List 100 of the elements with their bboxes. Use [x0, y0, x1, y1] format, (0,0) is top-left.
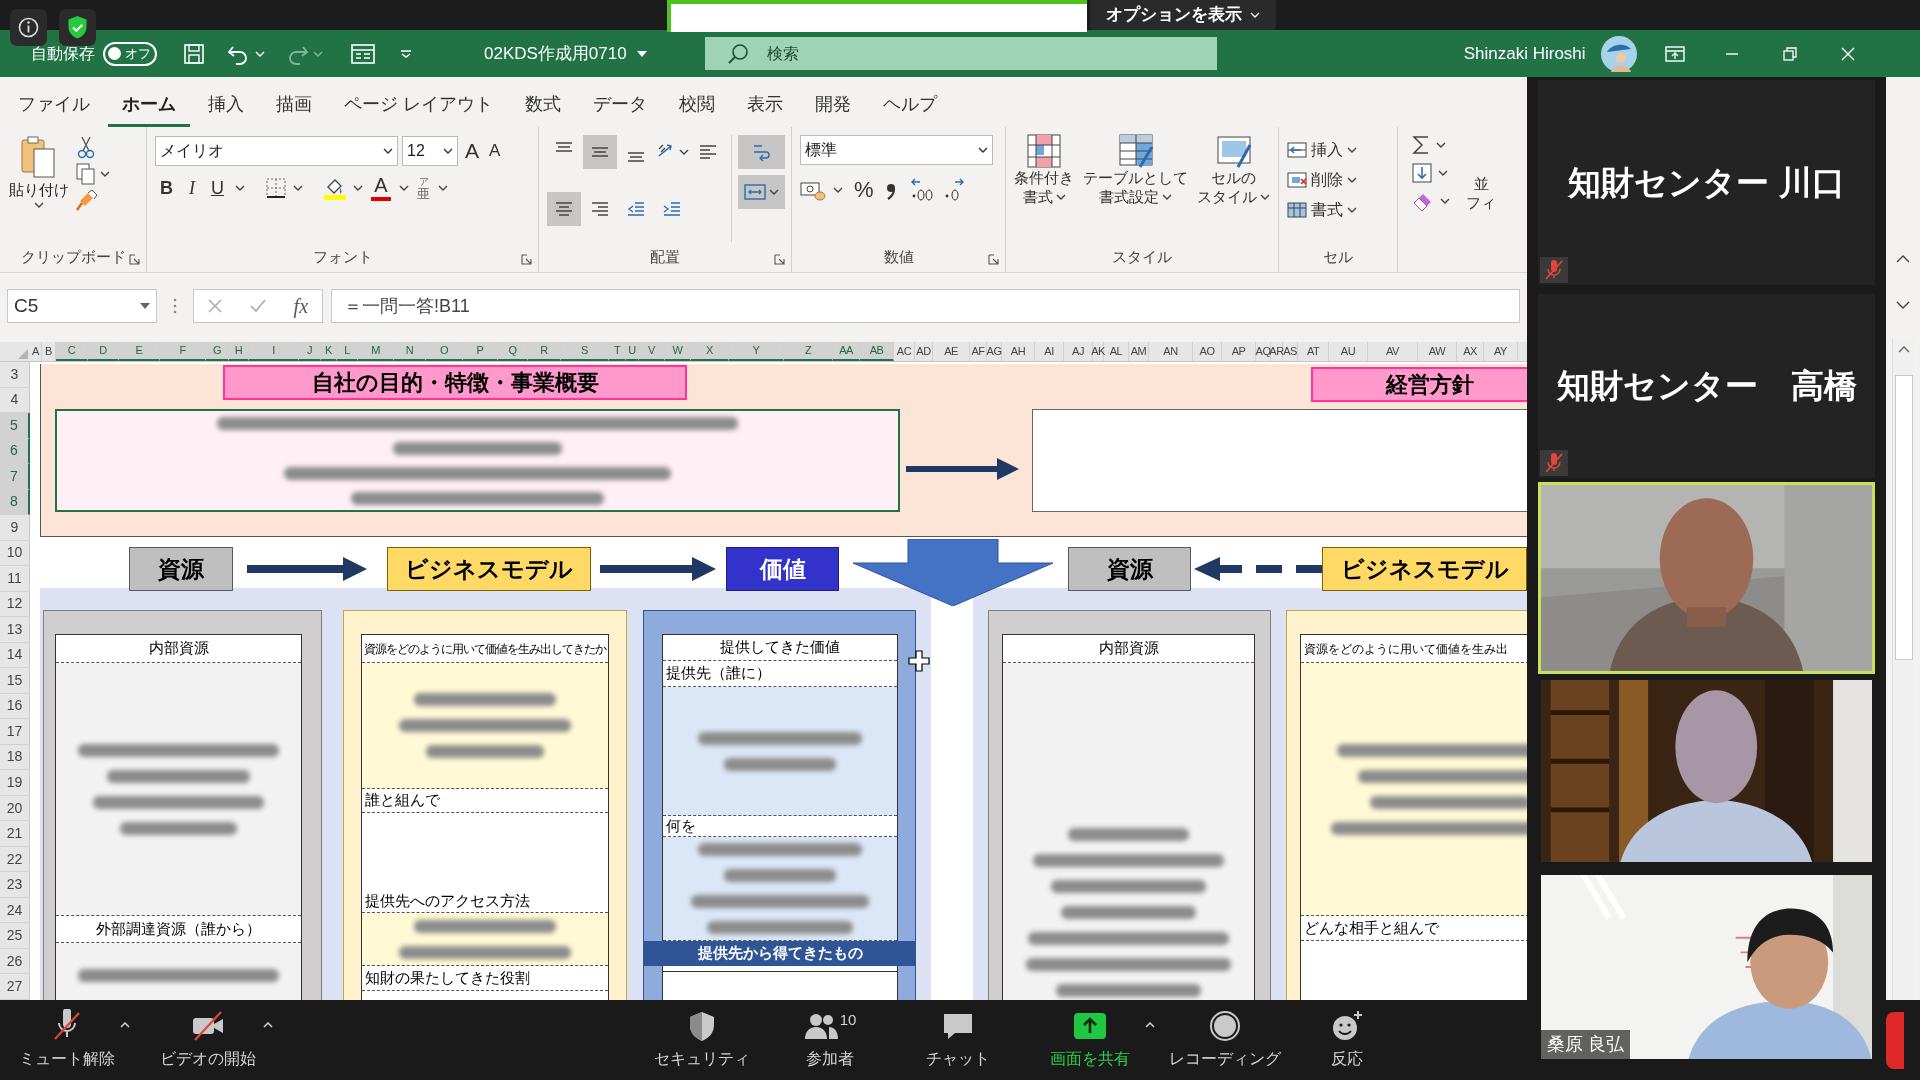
- column-header[interactable]: AO: [1193, 342, 1222, 361]
- toolbar-button[interactable]: セキュリティ: [652, 1009, 752, 1071]
- column-header[interactable]: R: [528, 342, 561, 361]
- toolbar-button[interactable]: ミュート解除: [19, 1009, 115, 1071]
- column-header[interactable]: T: [609, 342, 626, 361]
- column-header[interactable]: U: [626, 342, 639, 361]
- sum-icon[interactable]: [1412, 135, 1430, 155]
- ribbon-display-icon[interactable]: [1664, 45, 1685, 62]
- column-header[interactable]: P: [463, 342, 498, 361]
- column-header[interactable]: J: [299, 342, 321, 361]
- ribbon-tab[interactable]: ページ レイアウト: [330, 85, 507, 127]
- info-icon[interactable]: [10, 9, 47, 46]
- text-box[interactable]: [55, 409, 900, 512]
- bold-button[interactable]: B: [155, 174, 178, 202]
- underline-button[interactable]: U: [206, 174, 229, 202]
- document-title[interactable]: 02KDS作成用0710: [484, 40, 647, 67]
- autosave-toggle[interactable]: オフ: [103, 41, 157, 66]
- column-header[interactable]: M: [358, 342, 394, 361]
- copy-icon[interactable]: [76, 163, 96, 185]
- cells-format-button[interactable]: 書式: [1287, 195, 1357, 224]
- ribbon-tab[interactable]: 数式: [511, 85, 575, 127]
- font-color-button[interactable]: A: [369, 175, 393, 201]
- row-header[interactable]: 6: [0, 438, 30, 465]
- cell-style-button[interactable]: セルの スタイル: [1195, 133, 1272, 242]
- font-size-field[interactable]: 12: [402, 135, 458, 166]
- formula-field[interactable]: ＝一問一答!B11: [331, 289, 1520, 323]
- increase-decimal-icon[interactable]: [909, 177, 934, 202]
- ribbon-tab[interactable]: ファイル: [4, 85, 104, 127]
- ribbon-tab[interactable]: 校閲: [665, 85, 729, 127]
- launcher-icon[interactable]: [774, 254, 785, 265]
- column-header[interactable]: S: [561, 342, 609, 361]
- column-header[interactable]: N: [394, 342, 426, 361]
- column-header[interactable]: AV: [1368, 342, 1418, 361]
- column-header[interactable]: AD: [915, 342, 933, 361]
- column-header[interactable]: L: [337, 342, 358, 361]
- column-header[interactable]: C: [56, 342, 88, 361]
- shield-icon[interactable]: [59, 9, 96, 46]
- column-header[interactable]: E: [119, 342, 160, 361]
- grow-font-button[interactable]: A: [462, 135, 482, 167]
- column-header[interactable]: AL: [1104, 342, 1129, 361]
- column-header[interactable]: O: [426, 342, 463, 361]
- expand-formula-icon[interactable]: [1896, 301, 1910, 309]
- column-header[interactable]: AX: [1457, 342, 1484, 361]
- column-header[interactable]: G: [206, 342, 229, 361]
- insert-function-button[interactable]: fx: [293, 291, 309, 321]
- paste-button[interactable]: 貼り付け: [8, 135, 70, 242]
- text-box[interactable]: [1032, 409, 1527, 512]
- column-header[interactable]: AF: [970, 342, 987, 361]
- close-icon[interactable]: [1840, 46, 1855, 61]
- column-header[interactable]: H: [229, 342, 249, 361]
- options-button[interactable]: オプションを表示: [1090, 0, 1276, 30]
- launcher-icon[interactable]: [521, 254, 532, 265]
- number-format-field[interactable]: 標準: [800, 135, 993, 165]
- column-header[interactable]: AQ: [1256, 342, 1271, 361]
- ribbon-tab[interactable]: ヘルプ: [869, 85, 951, 127]
- launcher-icon[interactable]: [129, 254, 140, 265]
- toolbar-button[interactable]: チャット: [908, 1009, 1008, 1071]
- column-header[interactable]: AU: [1329, 342, 1368, 361]
- cell-style-button[interactable]: テーブルとして 書式設定: [1081, 133, 1190, 242]
- phonetic-button[interactable]: ア 亜: [415, 176, 432, 200]
- column-header[interactable]: AP: [1222, 342, 1256, 361]
- cells-insert-button[interactable]: 挿入: [1287, 135, 1357, 164]
- toolbar-button[interactable]: ビデオの開始: [158, 1009, 258, 1071]
- column-header[interactable]: AH: [1002, 342, 1035, 361]
- cells-delete-button[interactable]: 削除: [1287, 165, 1357, 194]
- column-header[interactable]: I: [249, 342, 299, 361]
- search-field[interactable]: 検索: [704, 37, 1217, 70]
- ribbon-tab[interactable]: データ: [579, 85, 661, 127]
- share-screen-button[interactable]: 画面を共有: [1040, 1009, 1140, 1071]
- scroll-up-icon[interactable]: [1897, 345, 1910, 353]
- column-header[interactable]: AR: [1271, 342, 1283, 361]
- borders-icon[interactable]: [265, 177, 287, 199]
- scrollbar-thumb[interactable]: [1894, 375, 1913, 660]
- shrink-font-button[interactable]: A: [486, 138, 504, 164]
- font-name-field[interactable]: メイリオ: [155, 135, 398, 166]
- launcher-icon[interactable]: [988, 254, 999, 265]
- cell-style-button[interactable]: 条件付き 書式: [1012, 133, 1076, 242]
- collapse-ribbon-icon[interactable]: [1896, 255, 1910, 263]
- sort-filter-button[interactable]: 並 フィ: [1466, 135, 1496, 272]
- row-header[interactable]: 5: [0, 413, 30, 439]
- column-header[interactable]: AY: [1484, 342, 1518, 361]
- column-header[interactable]: K: [321, 342, 337, 361]
- percent-button[interactable]: %: [850, 173, 878, 206]
- fill-down-icon[interactable]: [1412, 163, 1432, 183]
- column-header[interactable]: AC: [894, 342, 915, 361]
- ribbon-tab[interactable]: 開発: [801, 85, 865, 127]
- row-header[interactable]: 7: [0, 464, 30, 490]
- column-header[interactable]: Y: [729, 342, 784, 361]
- column-header[interactable]: AT: [1298, 342, 1329, 361]
- avatar-icon[interactable]: [1600, 35, 1637, 72]
- caret-icon[interactable]: [255, 50, 265, 57]
- column-header[interactable]: AM: [1129, 342, 1149, 361]
- toolbar-button[interactable]: レコーディング: [1160, 1009, 1290, 1071]
- column-header[interactable]: W: [665, 342, 691, 361]
- column-header[interactable]: AN: [1149, 342, 1193, 361]
- column-header[interactable]: F: [160, 342, 206, 361]
- column-header[interactable]: A: [30, 342, 42, 361]
- column-header[interactable]: V: [639, 342, 665, 361]
- column-header[interactable]: AS: [1283, 342, 1298, 361]
- toolbar-button[interactable]: 反応: [1297, 1009, 1397, 1071]
